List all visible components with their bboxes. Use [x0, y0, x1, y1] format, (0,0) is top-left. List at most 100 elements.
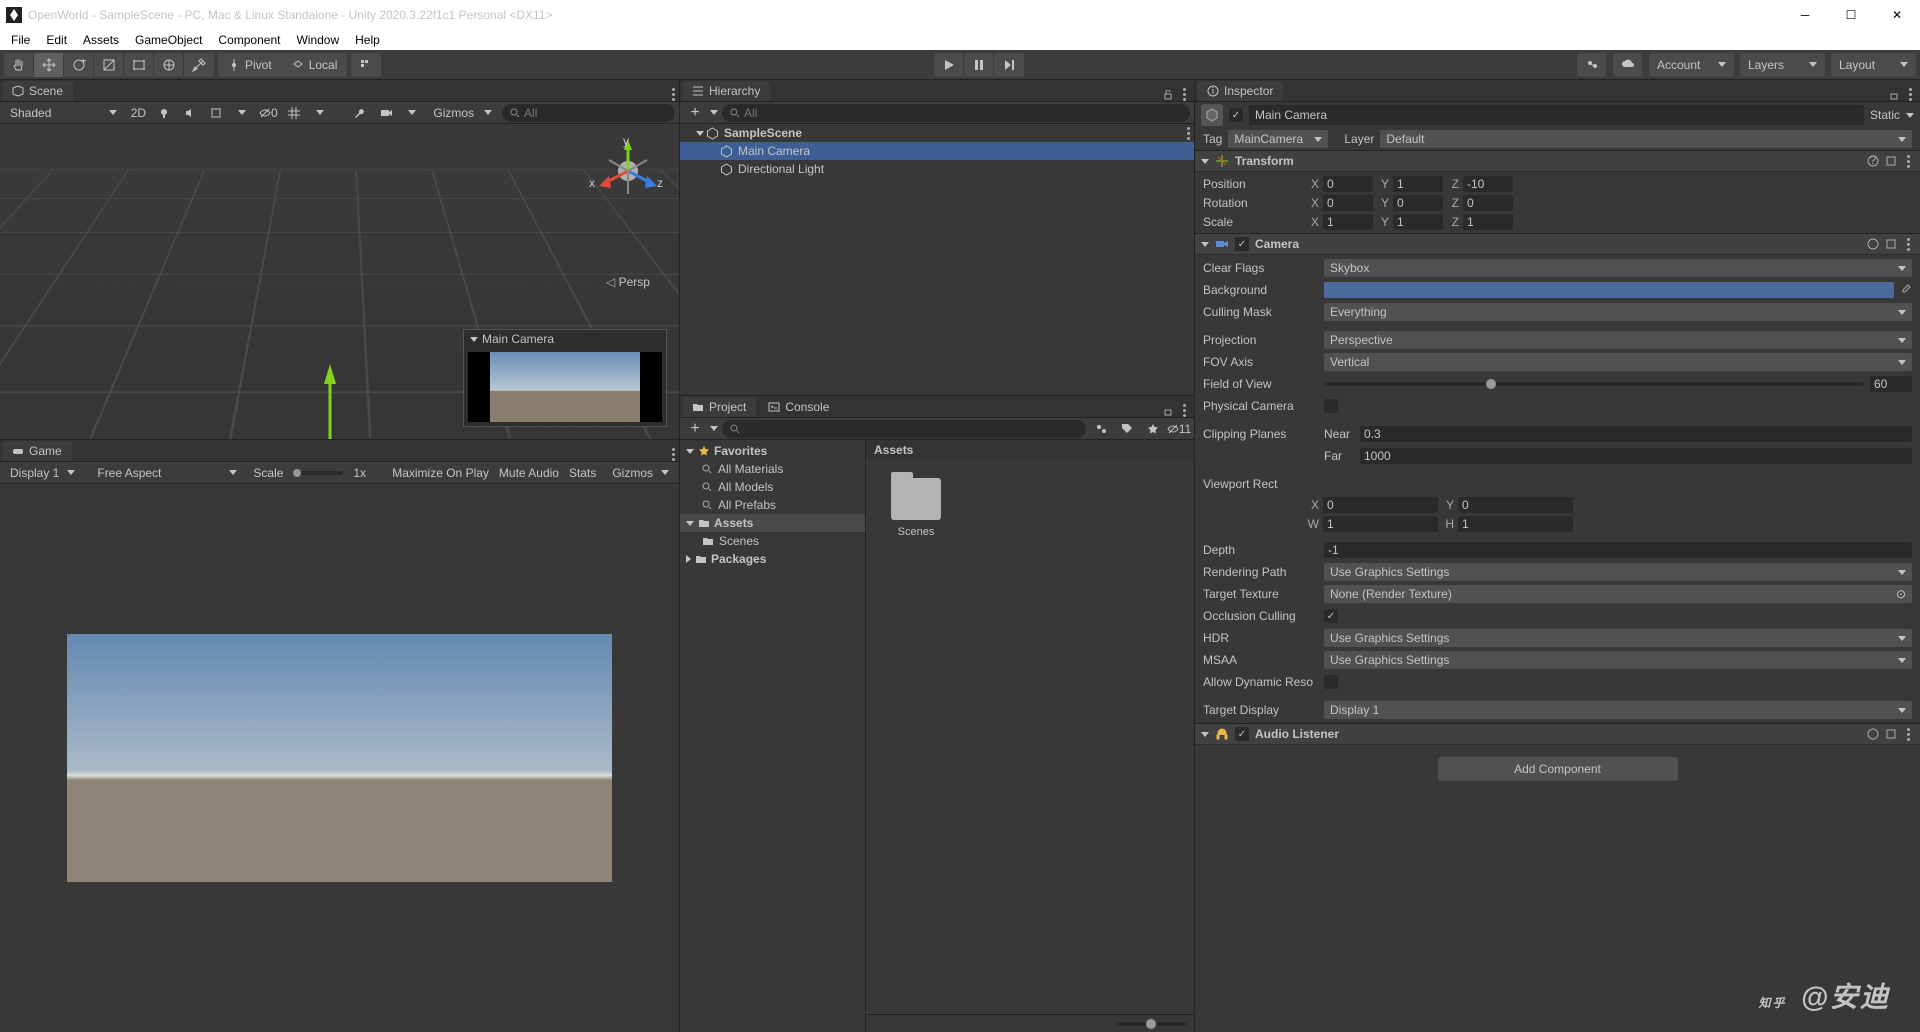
- position-z-input[interactable]: [1463, 176, 1513, 192]
- project-context-menu[interactable]: [1179, 404, 1190, 417]
- scale-x-input[interactable]: [1323, 214, 1373, 230]
- assets-scenes-folder[interactable]: Scenes: [680, 532, 865, 550]
- help-icon[interactable]: [1867, 238, 1879, 250]
- near-input[interactable]: [1360, 426, 1912, 442]
- audio-listener-enabled-checkbox[interactable]: [1235, 727, 1249, 741]
- scale-tool-button[interactable]: [94, 53, 124, 77]
- scene-grid-toggle[interactable]: [283, 104, 305, 122]
- menu-window[interactable]: Window: [289, 31, 346, 49]
- camera-enabled-checkbox[interactable]: [1235, 237, 1249, 251]
- fav-all-prefabs[interactable]: All Prefabs: [680, 496, 865, 514]
- fav-all-materials[interactable]: All Materials: [680, 460, 865, 478]
- preset-icon[interactable]: [1885, 238, 1897, 250]
- transform-component-header[interactable]: Transform ?: [1195, 150, 1920, 172]
- maximize-toggle[interactable]: Maximize On Play: [392, 466, 489, 480]
- project-tab[interactable]: Project: [682, 397, 756, 417]
- dynamic-resolution-checkbox[interactable]: [1324, 675, 1338, 689]
- mute-toggle[interactable]: Mute Audio: [499, 466, 559, 480]
- console-tab[interactable]: Console: [758, 397, 839, 417]
- account-dropdown[interactable]: Account: [1649, 53, 1734, 77]
- play-button[interactable]: [934, 53, 964, 77]
- scene-tab[interactable]: Scene: [2, 81, 73, 101]
- hierarchy-scene-row[interactable]: SampleScene: [680, 124, 1194, 142]
- hierarchy-add-button[interactable]: +: [684, 104, 706, 122]
- far-input[interactable]: [1360, 448, 1912, 464]
- hierarchy-context-menu[interactable]: [1179, 88, 1190, 101]
- fov-axis-dropdown[interactable]: Vertical: [1324, 353, 1912, 371]
- viewport-y-input[interactable]: [1458, 497, 1573, 513]
- project-favorite-button[interactable]: [1142, 420, 1164, 438]
- viewport-x-input[interactable]: [1323, 497, 1438, 513]
- fav-all-models[interactable]: All Models: [680, 478, 865, 496]
- inspector-context-menu[interactable]: [1905, 88, 1916, 101]
- msaa-dropdown[interactable]: Use Graphics Settings: [1324, 651, 1912, 669]
- stats-toggle[interactable]: Stats: [569, 466, 596, 480]
- asset-scenes-folder[interactable]: Scenes: [884, 478, 948, 538]
- hierarchy-tree[interactable]: SampleScene Main Camera Directional Ligh…: [680, 124, 1194, 395]
- pivot-toggle[interactable]: Pivot: [218, 53, 282, 77]
- local-toggle[interactable]: Local: [282, 53, 348, 77]
- menu-file[interactable]: File: [4, 31, 37, 49]
- depth-input[interactable]: [1324, 542, 1912, 558]
- scale-y-input[interactable]: [1393, 214, 1443, 230]
- scene-tools-toggle[interactable]: [349, 104, 371, 122]
- menu-component[interactable]: Component: [211, 31, 287, 49]
- scale-slider[interactable]: [293, 471, 343, 475]
- fov-input[interactable]: [1870, 376, 1912, 392]
- scale-z-input[interactable]: [1463, 214, 1513, 230]
- projection-dropdown[interactable]: Perspective: [1324, 331, 1912, 349]
- scene-row-menu[interactable]: [1183, 127, 1194, 140]
- viewport-h-input[interactable]: [1458, 516, 1573, 532]
- scene-search[interactable]: [502, 104, 675, 122]
- minimize-button[interactable]: ─: [1782, 0, 1828, 30]
- layout-dropdown[interactable]: Layout: [1831, 53, 1916, 77]
- hierarchy-tab[interactable]: Hierarchy: [682, 81, 770, 101]
- pause-button[interactable]: [964, 53, 994, 77]
- snap-button[interactable]: [351, 53, 381, 77]
- target-texture-field[interactable]: None (Render Texture)⊙: [1324, 585, 1912, 603]
- favorites-header[interactable]: Favorites: [680, 442, 865, 460]
- scene-hidden-toggle[interactable]: 0: [257, 104, 279, 122]
- help-icon[interactable]: [1867, 728, 1879, 740]
- culling-mask-dropdown[interactable]: Everything: [1324, 303, 1912, 321]
- hierarchy-item-main-camera[interactable]: Main Camera: [680, 142, 1194, 160]
- preset-icon[interactable]: [1885, 728, 1897, 740]
- layer-dropdown[interactable]: Default: [1380, 130, 1912, 148]
- tag-dropdown[interactable]: MainCamera: [1228, 130, 1328, 148]
- game-gizmos-dropdown[interactable]: Gizmos: [606, 464, 675, 482]
- target-display-dropdown[interactable]: Display 1: [1324, 701, 1912, 719]
- project-hidden-button[interactable]: 11: [1168, 420, 1190, 438]
- transform-tool-button[interactable]: [154, 53, 184, 77]
- inspector-tab[interactable]: Inspector: [1197, 81, 1283, 101]
- game-context-menu[interactable]: [668, 448, 679, 461]
- project-assets-grid[interactable]: Scenes: [866, 460, 1194, 1014]
- move-tool-button[interactable]: [34, 53, 64, 77]
- unlock-icon[interactable]: [1889, 90, 1899, 100]
- close-button[interactable]: ✕: [1874, 0, 1920, 30]
- preset-icon[interactable]: [1885, 155, 1897, 167]
- display-dropdown[interactable]: Display 1: [4, 464, 81, 482]
- fov-slider[interactable]: [1324, 382, 1864, 386]
- menu-edit[interactable]: Edit: [39, 31, 74, 49]
- physical-camera-checkbox[interactable]: [1324, 399, 1338, 413]
- rotate-tool-button[interactable]: [64, 53, 94, 77]
- audio-listener-component-header[interactable]: Audio Listener: [1195, 723, 1920, 745]
- camera-component-header[interactable]: Camera: [1195, 233, 1920, 255]
- game-tab[interactable]: Game: [2, 441, 72, 461]
- help-icon[interactable]: ?: [1867, 155, 1879, 167]
- rotation-x-input[interactable]: [1323, 195, 1373, 211]
- add-component-button[interactable]: Add Component: [1438, 757, 1678, 781]
- shading-mode-dropdown[interactable]: Shaded: [4, 104, 123, 122]
- rotation-y-input[interactable]: [1393, 195, 1443, 211]
- gameobject-cube-icon[interactable]: [1201, 104, 1223, 126]
- transform-menu[interactable]: [1903, 155, 1914, 168]
- position-y-input[interactable]: [1393, 176, 1443, 192]
- maximize-button[interactable]: ☐: [1828, 0, 1874, 30]
- rect-tool-button[interactable]: [124, 53, 154, 77]
- scene-audio-toggle[interactable]: [179, 104, 201, 122]
- eyedropper-icon[interactable]: [1900, 284, 1912, 296]
- menu-gameobject[interactable]: GameObject: [128, 31, 209, 49]
- game-viewport[interactable]: [0, 484, 679, 1032]
- step-button[interactable]: [994, 53, 1024, 77]
- scene-grid-dropdown[interactable]: [309, 104, 331, 122]
